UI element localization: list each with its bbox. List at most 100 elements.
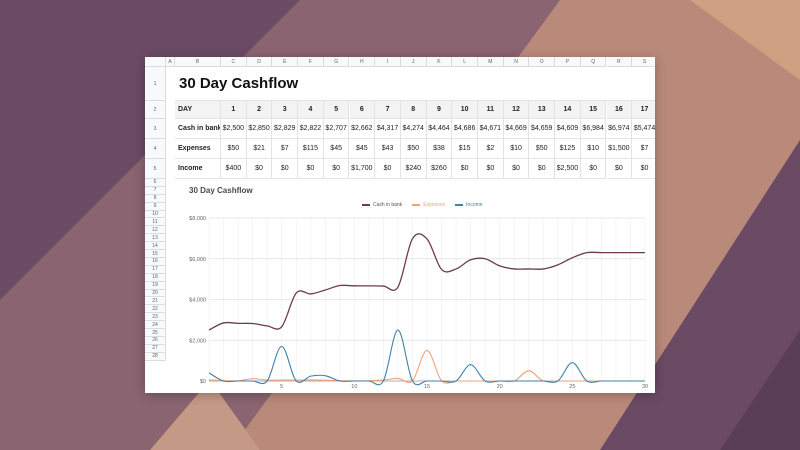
table-cell[interactable]: $38: [426, 139, 453, 159]
row-header-15[interactable]: 15: [145, 250, 166, 258]
sheet-corner[interactable]: [145, 57, 166, 67]
table-cell[interactable]: $2: [478, 139, 504, 159]
table-cell[interactable]: $6,984: [580, 119, 607, 139]
row-header-17[interactable]: 17: [145, 265, 166, 274]
day-header-2[interactable]: 2: [246, 101, 273, 119]
day-header-16[interactable]: 16: [606, 101, 633, 119]
day-header-8[interactable]: 8: [400, 101, 427, 119]
table-cell[interactable]: $2,500: [555, 159, 581, 179]
row-header-3[interactable]: 3: [145, 119, 166, 139]
table-cell[interactable]: $15: [452, 139, 478, 159]
row-label[interactable]: Cash in bank: [175, 119, 221, 139]
table-cell[interactable]: $4,609: [555, 119, 581, 139]
column-header-b[interactable]: B: [175, 57, 221, 67]
table-cell[interactable]: $10: [503, 139, 530, 159]
table-cell[interactable]: $0: [452, 159, 478, 179]
column-header-n[interactable]: N: [503, 57, 530, 67]
day-header-label[interactable]: DAY: [175, 101, 221, 119]
table-cell[interactable]: $7: [632, 139, 655, 159]
day-header-5[interactable]: 5: [323, 101, 350, 119]
column-header-g[interactable]: G: [323, 57, 350, 67]
table-cell[interactable]: $43: [375, 139, 401, 159]
table-cell[interactable]: $0: [580, 159, 607, 179]
row-header-8[interactable]: 8: [145, 194, 166, 203]
row-header-16[interactable]: 16: [145, 258, 166, 266]
table-cell[interactable]: $4,274: [400, 119, 427, 139]
table-cell[interactable]: $115: [298, 139, 324, 159]
table-cell[interactable]: $4,317: [375, 119, 401, 139]
table-cell[interactable]: $0: [272, 159, 299, 179]
table-cell[interactable]: $0: [632, 159, 655, 179]
table-cell[interactable]: $260: [426, 159, 453, 179]
table-cell[interactable]: $4,464: [426, 119, 453, 139]
row-header-26[interactable]: 26: [145, 337, 166, 345]
table-cell[interactable]: $0: [323, 159, 350, 179]
table-cell[interactable]: $2,707: [323, 119, 350, 139]
row-header-27[interactable]: 27: [145, 344, 166, 353]
column-header-a[interactable]: A: [166, 57, 175, 67]
day-header-4[interactable]: 4: [298, 101, 324, 119]
column-header-f[interactable]: F: [298, 57, 324, 67]
table-cell[interactable]: $45: [349, 139, 376, 159]
table-cell[interactable]: $21: [246, 139, 273, 159]
table-cell[interactable]: $0: [478, 159, 504, 179]
row-header-20[interactable]: 20: [145, 289, 166, 298]
table-cell[interactable]: $50: [400, 139, 427, 159]
table-cell[interactable]: $0: [298, 159, 324, 179]
row-header-1[interactable]: 1: [145, 67, 166, 101]
day-header-12[interactable]: 12: [503, 101, 530, 119]
table-cell[interactable]: $0: [375, 159, 401, 179]
row-header-9[interactable]: 9: [145, 202, 166, 211]
row-label[interactable]: Income: [175, 159, 221, 179]
table-cell[interactable]: $4,686: [452, 119, 478, 139]
table-cell[interactable]: $7: [272, 139, 299, 159]
row-header-7[interactable]: 7: [145, 186, 166, 195]
day-header-17[interactable]: 17: [632, 101, 655, 119]
table-cell[interactable]: $4,659: [529, 119, 556, 139]
day-header-1[interactable]: 1: [221, 101, 247, 119]
table-cell[interactable]: $2,500: [221, 119, 247, 139]
row-header-14[interactable]: 14: [145, 242, 166, 251]
row-header-21[interactable]: 21: [145, 297, 166, 306]
day-header-14[interactable]: 14: [555, 101, 581, 119]
column-header-d[interactable]: D: [246, 57, 273, 67]
row-header-10[interactable]: 10: [145, 210, 166, 219]
table-cell[interactable]: $6,974: [606, 119, 633, 139]
day-header-9[interactable]: 9: [426, 101, 453, 119]
table-cell[interactable]: $5,474: [632, 119, 655, 139]
table-cell[interactable]: $0: [503, 159, 530, 179]
column-header-j[interactable]: J: [400, 57, 427, 67]
column-header-p[interactable]: P: [555, 57, 581, 67]
cashflow-chart[interactable]: $0 $2,000 $4,000 $6,000 $8,000 5 10 15 20 25 30 30…: [167, 180, 655, 393]
day-header-7[interactable]: 7: [375, 101, 401, 119]
table-cell[interactable]: $50: [221, 139, 247, 159]
table-cell[interactable]: $4,671: [478, 119, 504, 139]
row-header-28[interactable]: 28: [145, 352, 166, 361]
column-header-m[interactable]: M: [478, 57, 504, 67]
day-header-13[interactable]: 13: [529, 101, 556, 119]
table-cell[interactable]: $45: [323, 139, 350, 159]
column-header-e[interactable]: E: [272, 57, 299, 67]
day-header-3[interactable]: 3: [272, 101, 299, 119]
row-header-4[interactable]: 4: [145, 139, 166, 159]
row-header-12[interactable]: 12: [145, 226, 166, 235]
row-header-22[interactable]: 22: [145, 305, 166, 314]
column-header-c[interactable]: C: [221, 57, 247, 67]
row-header-6[interactable]: 6: [145, 179, 166, 187]
table-cell[interactable]: $2,850: [246, 119, 273, 139]
table-cell[interactable]: $0: [606, 159, 633, 179]
table-cell[interactable]: $50: [529, 139, 556, 159]
row-header-13[interactable]: 13: [145, 234, 166, 243]
column-header-s[interactable]: S: [632, 57, 655, 67]
day-header-10[interactable]: 10: [452, 101, 478, 119]
day-header-15[interactable]: 15: [580, 101, 607, 119]
table-cell[interactable]: $400: [221, 159, 247, 179]
day-header-11[interactable]: 11: [478, 101, 504, 119]
row-label[interactable]: Expenses: [175, 139, 221, 159]
row-header-5[interactable]: 5: [145, 159, 166, 179]
table-cell[interactable]: $2,829: [272, 119, 299, 139]
day-header-6[interactable]: 6: [349, 101, 376, 119]
table-cell[interactable]: $1,700: [349, 159, 376, 179]
table-cell[interactable]: $0: [246, 159, 273, 179]
sheet-title[interactable]: 30 Day Cashflow: [175, 67, 655, 101]
